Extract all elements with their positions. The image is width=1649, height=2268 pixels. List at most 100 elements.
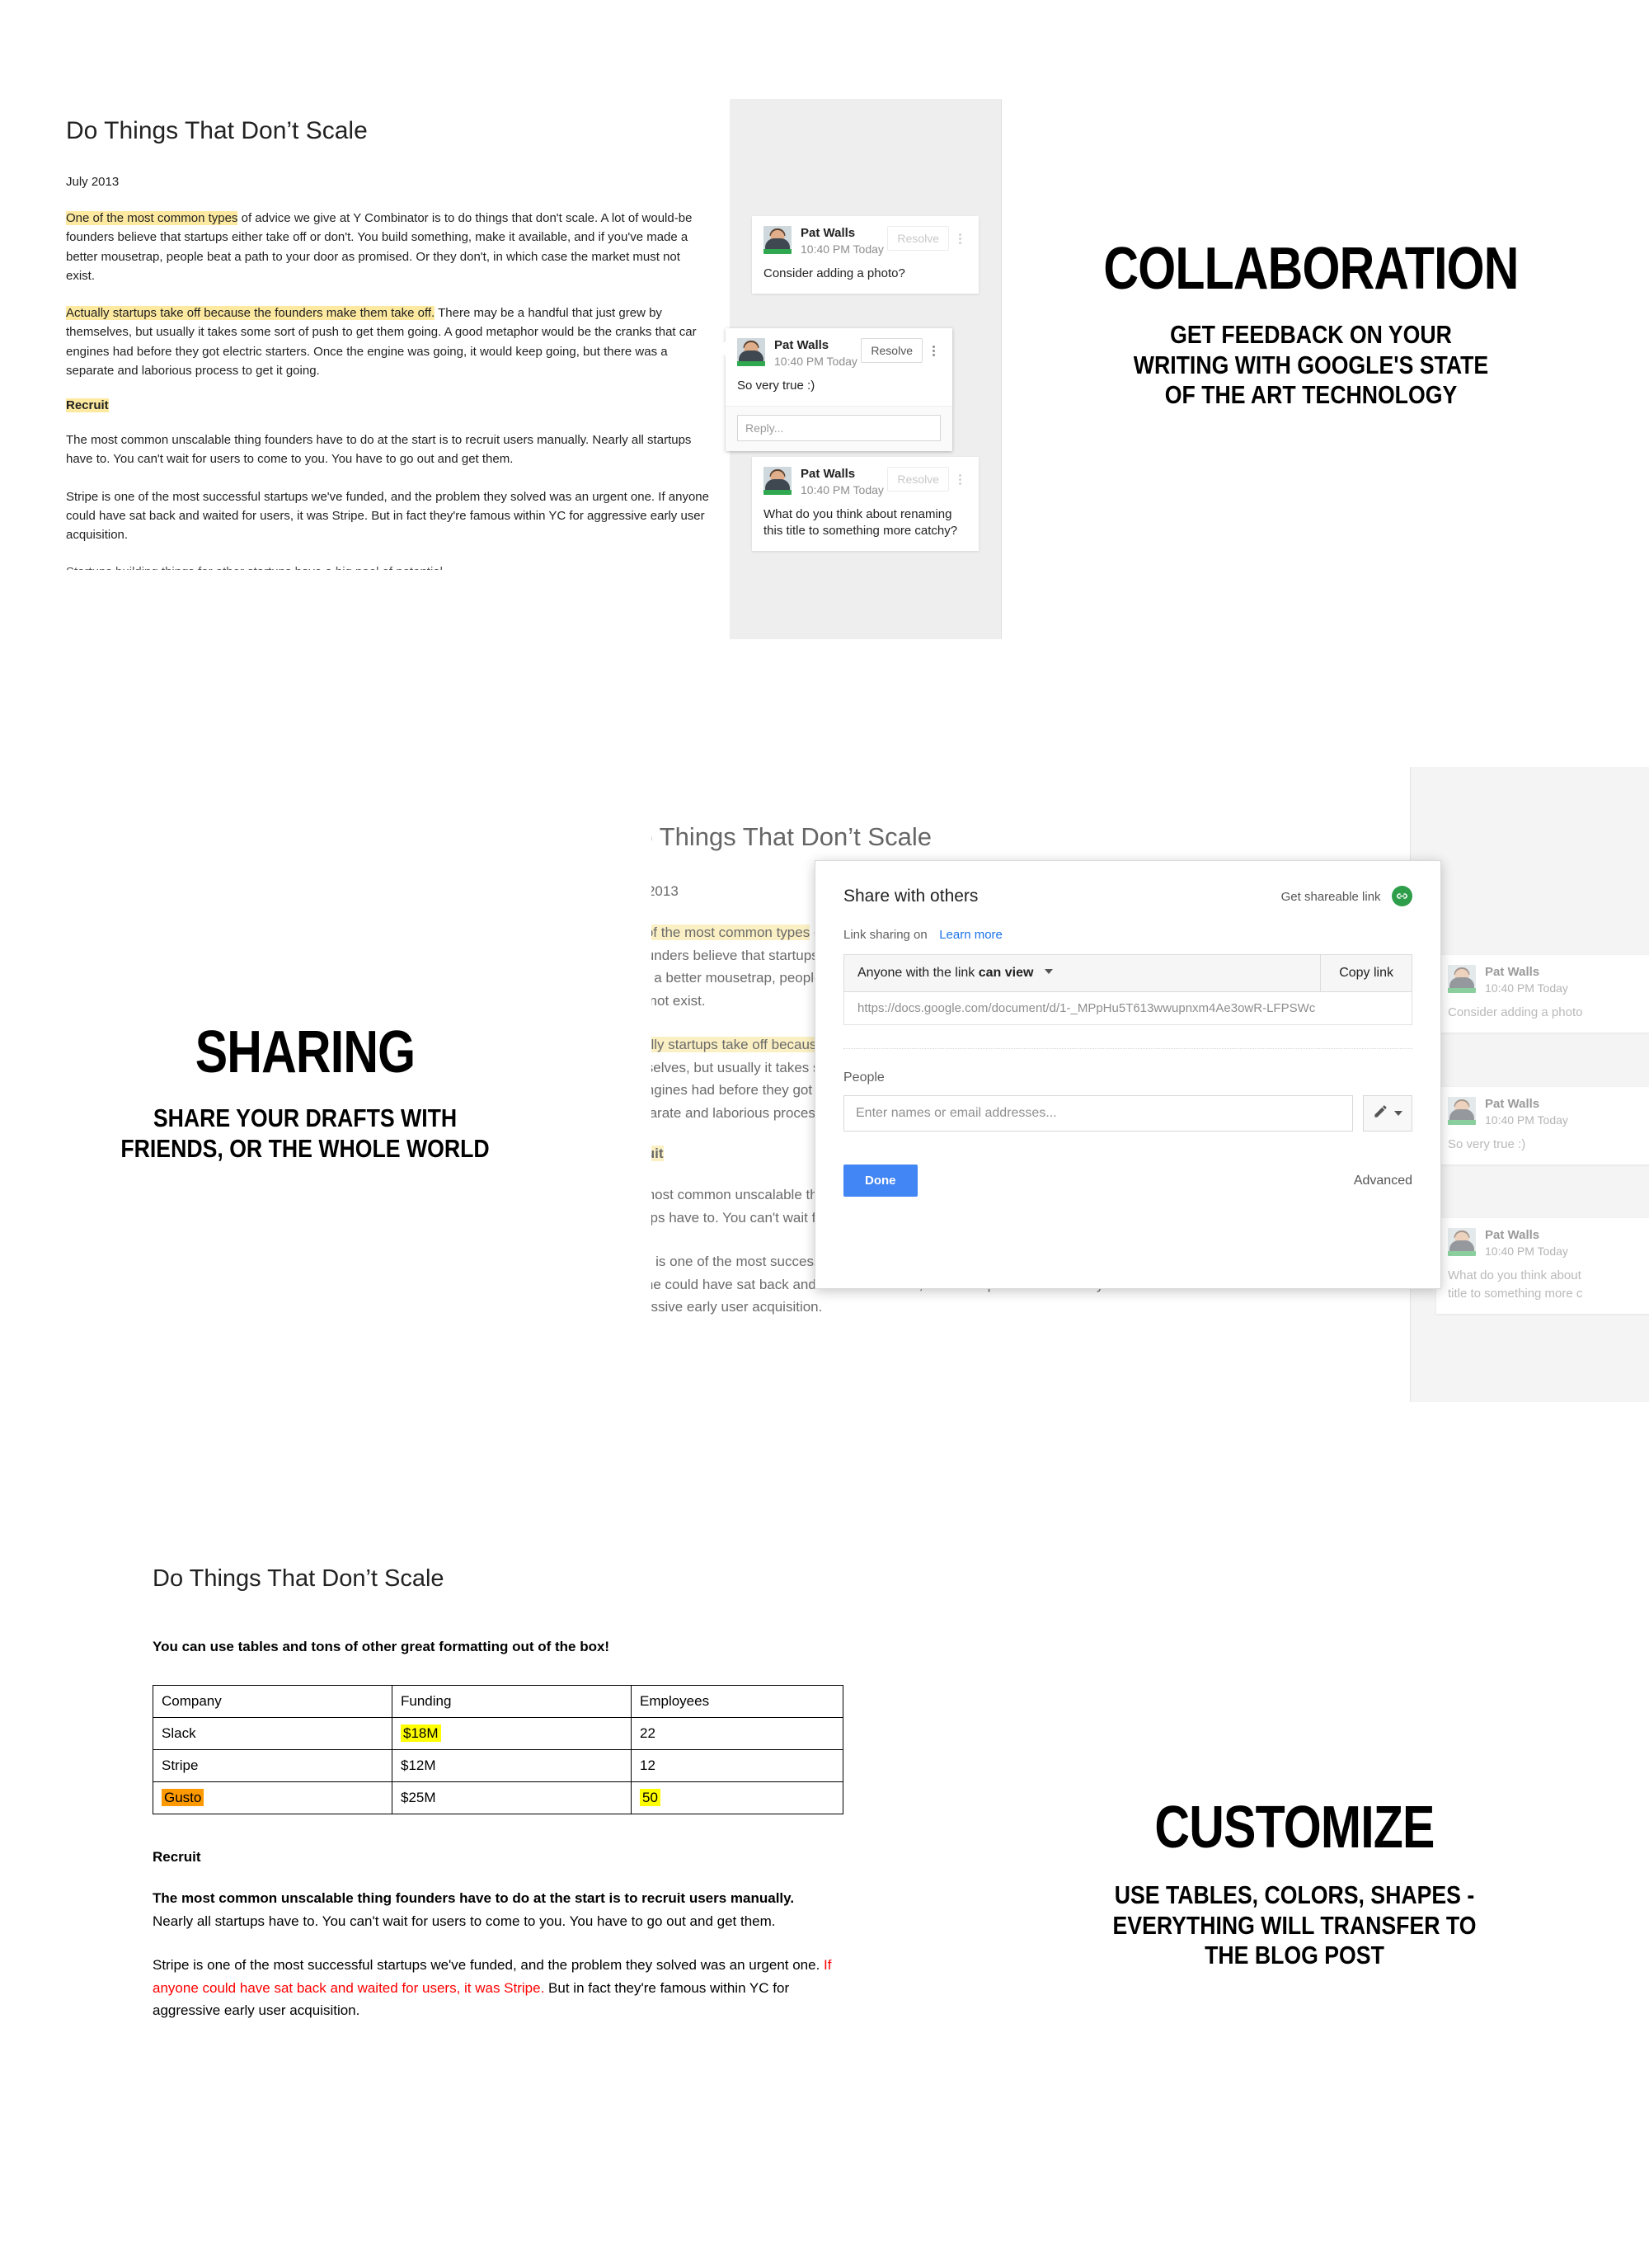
reply-input[interactable]: Reply... [737, 415, 941, 442]
promo-subtitle: SHARE YOUR DRAFTS WITH FRIENDS, OR THE W… [57, 1103, 553, 1164]
customize-intro: You can use tables and tons of other gre… [153, 1639, 610, 1654]
more-options-icon[interactable] [952, 467, 967, 487]
table-cell: 22 [631, 1717, 843, 1750]
comment-text: So very true :) [1448, 1136, 1526, 1151]
advanced-link[interactable]: Advanced [1354, 1174, 1412, 1188]
avatar [1448, 1097, 1476, 1125]
comment-header: Pat Walls 10:40 PM Today Resolve [737, 338, 941, 369]
doc-paragraph-5-clipped: Startups building things for other start… [66, 562, 709, 570]
comment-card-clipped[interactable]: Pat Walls 10:40 PM Today What do you thi… [1436, 1218, 1649, 1315]
more-options-icon[interactable] [952, 226, 967, 246]
comment-card-clipped[interactable]: Pat Walls 10:40 PM Today So very true :) [1436, 1087, 1649, 1165]
comment-text: So very true :) [737, 378, 815, 393]
done-button[interactable]: Done [843, 1165, 918, 1197]
promo-subtitle: GET FEEDBACK ON YOUR WRITING WITH GOOGLE… [1063, 320, 1559, 411]
highlight-span-1: One of the most common types [66, 211, 238, 225]
share-dialog[interactable]: Share with others Get shareable link Lin… [815, 860, 1441, 1289]
table-header-cell: Company [153, 1685, 392, 1718]
highlight-span-2: Actually startups take off because the f… [66, 306, 435, 320]
comment-meta: Pat Walls 10:40 PM Today [774, 338, 861, 369]
comment-timestamp: 10:40 PM Today [1485, 1113, 1568, 1127]
table-cell: $25M [392, 1781, 632, 1814]
resolve-button[interactable]: Resolve [887, 467, 949, 492]
comment-author: Pat Walls [1485, 965, 1540, 979]
comment-text-line2: title to something more c [1448, 1287, 1583, 1301]
table-header-cell: Employees [631, 1685, 843, 1718]
cell-highlight-yellow: $18M [401, 1725, 441, 1742]
doc-date: July 2013 [66, 175, 120, 189]
people-label: People [843, 1070, 885, 1085]
avatar [763, 467, 792, 495]
permission-pencil-button[interactable] [1363, 1095, 1412, 1132]
resolve-button[interactable]: Resolve [861, 338, 923, 363]
comment-header: Pat Walls 10:40 PM Today Resolve [763, 226, 967, 257]
comment-author: Pat Walls [801, 467, 856, 481]
doc-title: Do Things That Don’t Scale [66, 117, 368, 144]
copy-link-button[interactable]: Copy link [1320, 955, 1412, 991]
doc-title: Do Things That Don’t Scale [651, 822, 932, 851]
permission-value: can view [978, 966, 1034, 980]
people-input[interactable]: Enter names or email addresses... [843, 1095, 1353, 1132]
comment-text: Consider adding a photo? [763, 266, 905, 280]
resolve-button[interactable]: Resolve [887, 226, 949, 251]
cell-highlight-orange: Gusto [162, 1789, 204, 1806]
table-row: Gusto $25M 50 [153, 1781, 843, 1814]
pencil-icon [1373, 1103, 1388, 1123]
doc-heading-recruit-text: Recruit [66, 398, 109, 412]
comment-header: Pat Walls 10:40 PM Today [1448, 1097, 1646, 1128]
more-options-icon[interactable] [926, 338, 941, 358]
learn-more-link[interactable]: Learn more [939, 928, 1003, 942]
comment-pointer [716, 341, 726, 356]
table-cell: $12M [392, 1749, 632, 1782]
promo-subtitle-line: FRIENDS, OR THE WHOLE WORLD [120, 1133, 490, 1163]
doc-paragraph-4: Stripe is one of the most successful sta… [66, 489, 709, 543]
customize-heading-recruit: Recruit [153, 1849, 201, 1865]
share-url-field[interactable]: https://docs.google.com/document/d/1-_MP… [843, 992, 1412, 1025]
avatar [1448, 965, 1476, 993]
comment-timestamp: 10:40 PM Today [801, 242, 884, 256]
comment-meta: Pat Walls 10:40 PM Today [801, 226, 887, 257]
promo-subtitle-line: THE BLOG POST [1205, 1941, 1384, 1970]
comment-meta: Pat Walls 10:40 PM Today [1485, 1228, 1646, 1259]
doc-paragraph-2: Actually startups take off because the f… [66, 303, 709, 380]
promo-subtitle-line: WRITING WITH GOOGLE'S STATE [1133, 350, 1489, 379]
comment-meta: Pat Walls 10:40 PM Today [801, 467, 887, 498]
doc-paragraph-3: The most common unscalable thing founder… [66, 433, 692, 467]
reply-box: Reply... [726, 406, 952, 452]
chevron-down-icon [1394, 1111, 1402, 1116]
promo-subtitle: USE TABLES, COLORS, SHAPES - EVERYTHING … [1032, 1880, 1557, 1971]
permission-select[interactable]: Anyone with the link can view [844, 955, 1321, 991]
promo-customize: CUSTOMIZE USE TABLES, COLORS, SHAPES - E… [989, 1798, 1600, 1971]
comment-card[interactable]: Pat Walls 10:40 PM Today Resolve What do… [752, 457, 979, 552]
table-header-row: Company Funding Employees [153, 1685, 843, 1718]
comment-header: Pat Walls 10:40 PM Today [1448, 965, 1646, 996]
table-cell: Gusto [153, 1781, 392, 1814]
table-cell: $18M [392, 1717, 632, 1750]
avatar [763, 226, 792, 254]
people-row: Enter names or email addresses... [843, 1095, 1412, 1132]
promo-subtitle-line: USE TABLES, COLORS, SHAPES - [1114, 1880, 1475, 1909]
comment-thread-active[interactable]: Pat Walls 10:40 PM Today Resolve So very… [716, 328, 952, 452]
doc-page-collaboration: Do Things That Don’t Scale July 2013 One… [49, 107, 726, 668]
comment-header: Pat Walls 10:40 PM Today [1448, 1228, 1646, 1259]
highlight-span-1: One of the most common types [651, 925, 810, 940]
promo-sharing: SHARING SHARE YOUR DRAFTS WITH FRIENDS, … [16, 1023, 594, 1164]
customize-paragraph-2: Stripe is one of the most successful sta… [153, 1954, 837, 2022]
comment-timestamp: 10:40 PM Today [774, 355, 857, 368]
customize-paragraph-2-a: Stripe is one of the most successful sta… [153, 1957, 824, 1974]
comment-card[interactable]: Pat Walls 10:40 PM Today Resolve Conside… [752, 216, 979, 294]
permission-prefix: Anyone with the link [857, 966, 979, 980]
get-shareable-link[interactable]: Get shareable link [1281, 886, 1412, 906]
comment-timestamp: 10:40 PM Today [801, 483, 884, 496]
doc-paragraph-1: One of the most common types of advice w… [66, 209, 709, 285]
doc-page-customize: Do Things That Don’t Scale You can use t… [153, 1559, 878, 2153]
comment-card-clipped[interactable]: Pat Walls 10:40 PM Today Consider adding… [1436, 955, 1649, 1033]
table-cell: Slack [153, 1717, 392, 1750]
comment-author: Pat Walls [1485, 1228, 1540, 1242]
doc-title: Do Things That Don’t Scale [153, 1565, 444, 1592]
promo-subtitle-line: OF THE ART TECHNOLOGY [1164, 380, 1458, 410]
avatar [1448, 1228, 1476, 1256]
table-cell: 50 [631, 1781, 843, 1814]
get-shareable-link-label: Get shareable link [1280, 890, 1381, 904]
comment-timestamp: 10:40 PM Today [1485, 1245, 1568, 1258]
